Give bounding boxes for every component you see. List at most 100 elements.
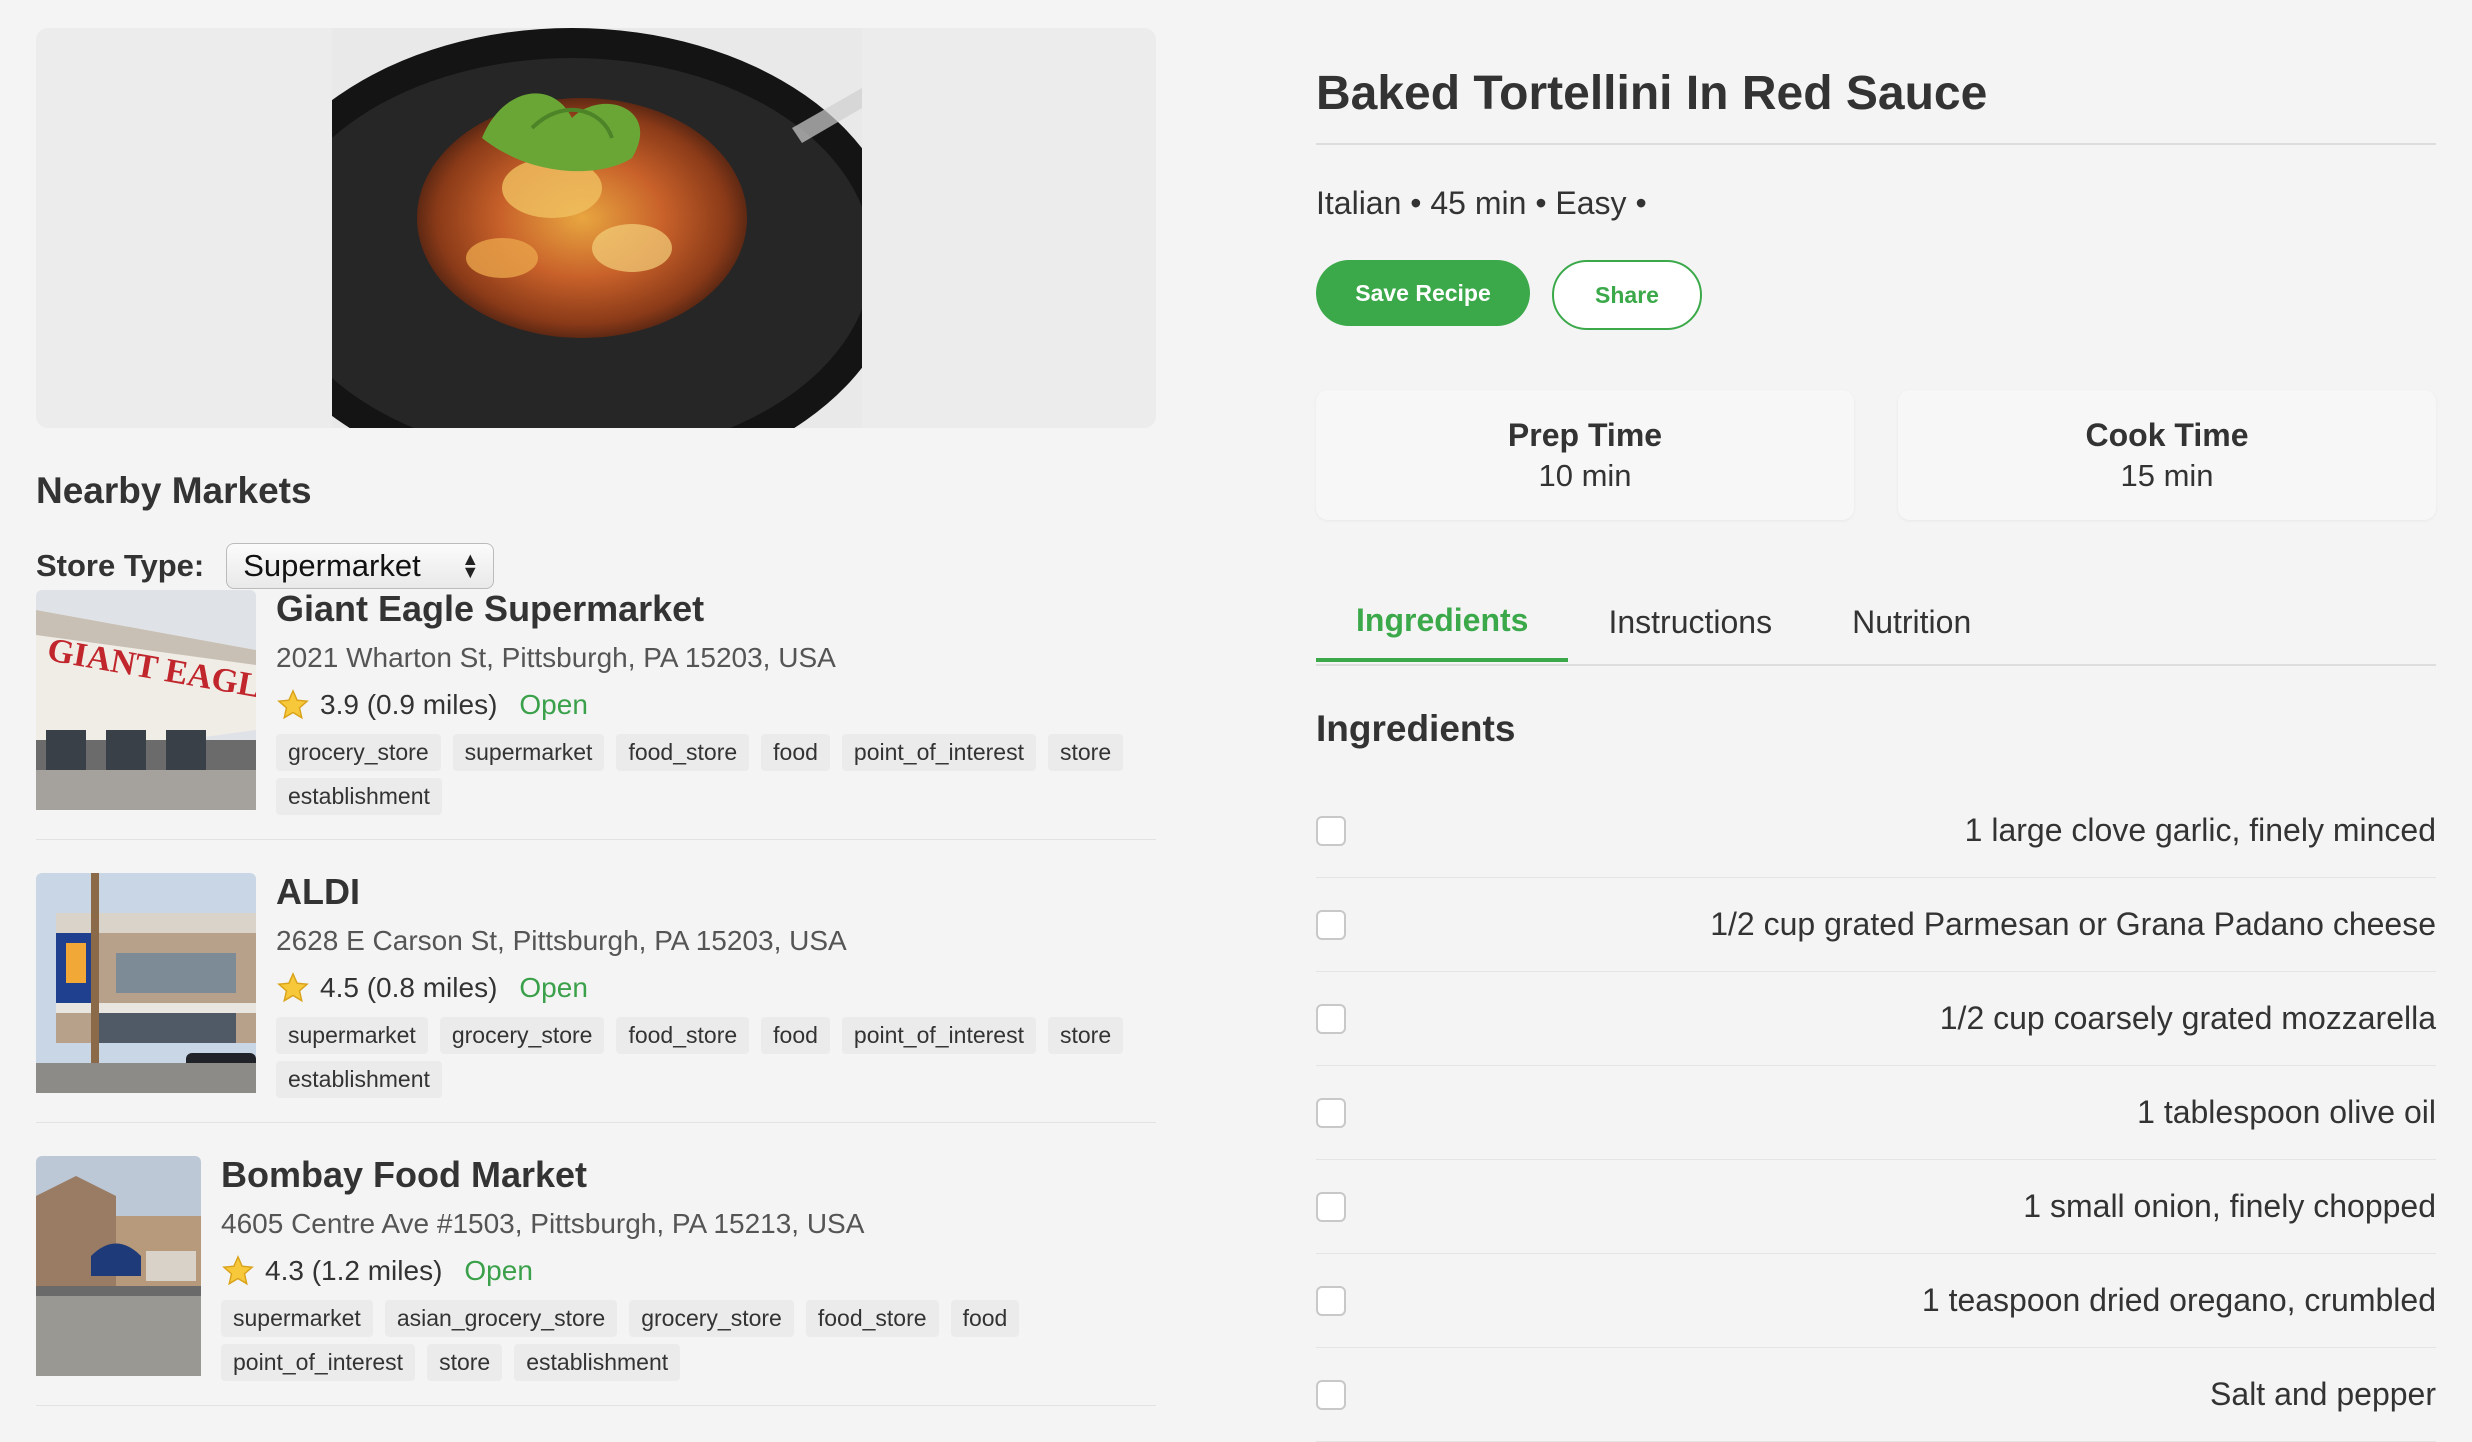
store-type-value: Supermarket [243,548,421,583]
market-photo [36,873,256,1098]
tag: food [950,1300,1020,1337]
open-status: Open [519,689,588,720]
ingredient-checkbox[interactable] [1316,815,1346,846]
market-address: 4605 Centre Ave #1503, Pittsburgh, PA 15… [221,1208,865,1239]
store-type-filter: Store Type: Supermarket ▲ ▼ [36,542,1156,590]
ingredient-checkbox[interactable] [1316,1191,1346,1222]
market-name[interactable]: Giant Eagle Supermarket [276,588,1156,630]
tag: supermarket [276,1017,428,1054]
tab-nutrition[interactable]: Nutrition [1812,582,2011,662]
ingredient-checkbox[interactable] [1316,1097,1346,1128]
ingredient-text: 1 teaspoon dried oregano, crumbled [1921,1282,2436,1318]
tag: point_of_interest [221,1344,416,1381]
tag: establishment [514,1344,681,1381]
star-icon [277,972,309,1003]
market-tags: supermarket grocery_store food_store foo… [276,1017,1156,1098]
tab-instructions[interactable]: Instructions [1568,582,1812,662]
cook-time-card: Cook Time 15 min [1898,390,2436,520]
open-status: Open [519,972,588,1003]
ingredient-checkbox[interactable] [1316,1285,1346,1316]
prep-time-label: Prep Time [1507,416,1663,453]
tag: store [1048,734,1124,771]
time-cards: Prep Time 10 min Cook Time 15 min [1316,390,2436,520]
ingredient-item: 1 small onion, finely chopped [1316,1160,2436,1254]
tag: point_of_interest [841,734,1036,771]
recipe-image [332,28,862,428]
prep-time-card: Prep Time 10 min [1316,390,1854,520]
star-icon [222,1255,254,1286]
market-photo: GIANT EAGLE [36,590,256,815]
rating-text: 4.5 (0.8 miles) [320,972,498,1003]
tag: food [761,734,830,771]
market-rating: 4.5 (0.8 miles) Open [276,971,1156,1005]
tag: food_store [805,1300,939,1337]
ingredient-item: 1 tablespoon olive oil [1316,1066,2436,1160]
tag: grocery_store [276,734,441,771]
open-status: Open [464,1255,533,1286]
ingredients-list: 1 large clove garlic, finely minced 1/2 … [1316,784,2436,1442]
market-tags: supermarket asian_grocery_store grocery_… [221,1300,1101,1381]
recipe-actions: Save Recipe Share [1316,260,2436,330]
market-info: Bombay Food Market 4605 Centre Ave #1503… [221,1154,1101,1381]
ingredient-text: 1/2 cup grated Parmesan or Grana Padano … [1710,906,2436,942]
store-type-select[interactable]: Supermarket ▲ ▼ [226,543,495,589]
cook-time-label: Cook Time [2085,416,2249,453]
market-rating: 3.9 (0.9 miles) Open [276,688,1156,722]
star-icon [277,689,309,720]
right-column: Baked Tortellini In Red Sauce Italian • … [1316,28,2436,1442]
ingredient-text: 1/2 cup coarsely grated mozzarella [1939,1000,2436,1036]
market-info: Giant Eagle Supermarket 2021 Wharton St,… [276,588,1156,815]
recipe-image-container [36,28,1156,428]
cook-time-value: 15 min [2120,457,2214,493]
market-tags: grocery_store supermarket food_store foo… [276,734,1156,815]
tag: food_store [616,1017,750,1054]
tag: supermarket [221,1300,373,1337]
tab-ingredients[interactable]: Ingredients [1316,582,1569,662]
chevron-updown-icon: ▲ ▼ [461,549,480,582]
tag: food [761,1017,830,1054]
ingredient-text: 1 large clove garlic, finely minced [1964,812,2436,848]
rating-text: 3.9 (0.9 miles) [320,689,498,720]
ingredient-checkbox[interactable] [1316,1003,1346,1034]
ingredient-item: 1/2 cup coarsely grated mozzarella [1316,972,2436,1066]
tag: grocery_store [439,1017,605,1054]
rating-text: 4.3 (1.2 miles) [265,1255,443,1286]
tag: establishment [276,778,442,815]
tag: store [1048,1017,1124,1054]
recipe-title: Baked Tortellini In Red Sauce [1316,66,2436,145]
tag: food_store [616,734,750,771]
market-address: 2021 Wharton St, Pittsburgh, PA 15203, U… [276,642,836,673]
market-item[interactable]: GIANT EAGLE Giant Eagle Supermarket 2021… [36,588,1156,840]
ingredient-text: Salt and pepper [2210,1376,2436,1412]
market-name[interactable]: Bombay Food Market [221,1154,1101,1196]
share-button[interactable]: Share [1552,260,1702,330]
market-item[interactable]: Bombay Food Market 4605 Centre Ave #1503… [36,1154,1156,1406]
market-photo [36,1156,201,1381]
market-address: 2628 E Carson St, Pittsburgh, PA 15203, … [276,925,847,956]
tag: asian_grocery_store [384,1300,618,1337]
store-type-label: Store Type: [36,548,205,583]
ingredient-item: 1 large clove garlic, finely minced [1316,784,2436,878]
left-column: Nearby Markets Store Type: Supermarket ▲… [36,28,1156,1439]
save-recipe-button[interactable]: Save Recipe [1316,260,1530,326]
market-rating: 4.3 (1.2 miles) Open [221,1254,1101,1288]
ingredient-text: 1 small onion, finely chopped [2023,1188,2436,1224]
tag: establishment [276,1061,442,1098]
ingredients-heading: Ingredients [1316,708,1516,749]
market-item[interactable]: ALDI 2628 E Carson St, Pittsburgh, PA 15… [36,871,1156,1123]
nearby-markets-title: Nearby Markets [36,470,312,511]
recipe-tabs: Ingredients Instructions Nutrition [1316,582,2436,666]
ingredient-item: 1/2 cup grated Parmesan or Grana Padano … [1316,878,2436,972]
market-name[interactable]: ALDI [276,871,1156,913]
tag: store [427,1344,503,1381]
market-info: ALDI 2628 E Carson St, Pittsburgh, PA 15… [276,871,1156,1098]
recipe-meta: Italian • 45 min • Easy • [1316,185,1647,221]
ingredient-text: 1 tablespoon olive oil [2137,1094,2436,1130]
tag: supermarket [452,734,605,771]
prep-time-value: 10 min [1538,457,1632,493]
tag: grocery_store [629,1300,794,1337]
tag: point_of_interest [841,1017,1036,1054]
ingredient-item: Salt and pepper [1316,1348,2436,1442]
ingredient-checkbox[interactable] [1316,909,1346,940]
ingredient-checkbox[interactable] [1316,1379,1346,1410]
